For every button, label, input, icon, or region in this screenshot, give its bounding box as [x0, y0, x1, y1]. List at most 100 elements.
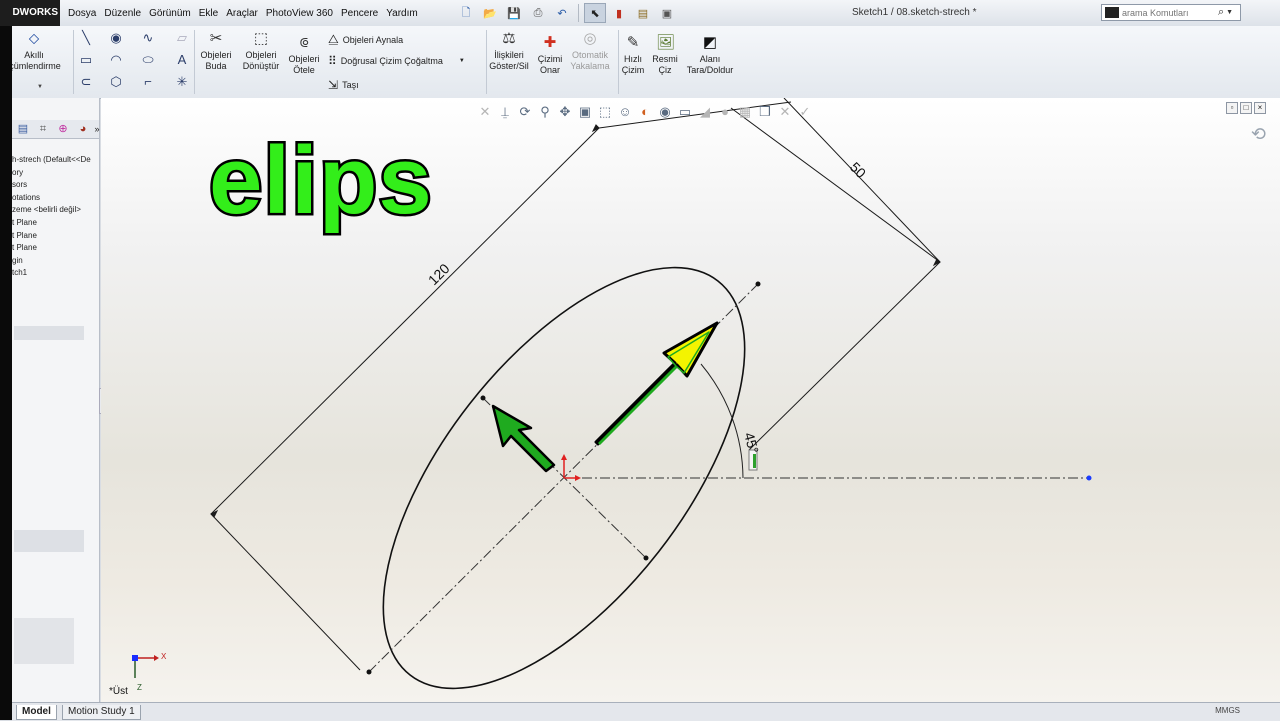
fillet-icon[interactable]: ⌐	[140, 74, 156, 90]
section-view-icon[interactable]: ▦	[736, 103, 754, 121]
solidworks-logo[interactable]: DWORKS	[0, 0, 60, 26]
file-properties-icon[interactable]: ▤	[632, 3, 654, 23]
close-icon[interactable]: ✕	[476, 103, 494, 121]
open-folder-icon[interactable]: 📂	[479, 3, 501, 23]
spline-icon[interactable]: ∿	[140, 30, 156, 46]
dimension-length[interactable]: 120	[425, 260, 453, 288]
point-icon[interactable]: ✳	[174, 74, 190, 90]
menu-yardim[interactable]: Yardım	[382, 8, 422, 19]
scene-icon[interactable]: ◉	[656, 103, 674, 121]
move-entities-button[interactable]: ⇲ Taşı	[328, 78, 359, 92]
view-settings-icon[interactable]: ▭	[676, 103, 694, 121]
undo-icon[interactable]: ↶	[551, 3, 573, 23]
quick-snaps-button[interactable]: ◎ Otomatik Yakalama	[568, 30, 612, 72]
offset-entities-button[interactable]: ⟃ Objeleri Ötele	[286, 34, 322, 76]
sketch-picture-button[interactable]: 🖼 Resmi Çiz	[650, 34, 680, 76]
tree-item-annotations[interactable]: otations	[12, 192, 99, 205]
tree-item-sensors[interactable]: sors	[12, 179, 99, 192]
line-icon[interactable]: ╲	[78, 30, 94, 46]
ellipse-axes[interactable]	[368, 283, 1089, 673]
dimension-angle[interactable]: 45°	[741, 431, 762, 456]
tree-item-origin[interactable]: gin	[12, 255, 99, 268]
tab-model[interactable]: Model	[16, 705, 57, 720]
new-document-icon[interactable]: 🗋	[455, 3, 477, 23]
options-icon[interactable]: ▣	[656, 3, 678, 23]
feature-tree-tab-icon[interactable]: ▤	[14, 121, 32, 137]
maximize-icon[interactable]: □	[1240, 102, 1252, 114]
tree-item-top-plane[interactable]: t Plane	[12, 230, 99, 243]
menu-ekle[interactable]: Ekle	[195, 8, 222, 19]
chevron-down-icon[interactable]: ▼	[1226, 9, 1233, 16]
search-input[interactable]	[1122, 7, 1218, 18]
heads-up-toolbar: ✕ ⍊ ⟳ ⚲ ✥ ▣ ⬚ ☺ ◐ ◉ ▭ ◢ ● ▦ ❒ ✕ ✓	[476, 102, 814, 122]
property-tab-icon[interactable]: ⌗	[34, 121, 52, 137]
rebuild-icon[interactable]: ⟳	[516, 103, 534, 121]
hatch-label-1: Alanı	[699, 54, 721, 64]
normal-to-icon[interactable]: ⍊	[496, 103, 514, 121]
rectangle-icon[interactable]: ▭	[78, 52, 94, 68]
rebuild-icon[interactable]: ▮	[608, 3, 630, 23]
quick-snaps-label-2: Yakalama	[570, 61, 610, 71]
area-hatch-button[interactable]: ◩ Alanı Tara/Doldur	[682, 34, 738, 76]
plane-icon[interactable]: ▱	[174, 30, 190, 46]
display-style-icon[interactable]: ⬚	[596, 103, 614, 121]
menu-duzenle[interactable]: Düzenle	[100, 8, 145, 19]
shaded-sketch-icon[interactable]: ◢	[696, 103, 714, 121]
view-orientation-icon[interactable]: ▣	[576, 103, 594, 121]
graphics-area[interactable]: 120 50 45° X Z elips ✕ ⍊ ⟳ ⚲ ✥ ▣ ⬚ ☺ ◐ ◉…	[101, 98, 1280, 702]
command-search[interactable]: ⌕ ▼	[1101, 4, 1241, 21]
tree-item-history[interactable]: ory	[12, 167, 99, 180]
arc-icon[interactable]: ◠	[108, 52, 124, 68]
confirm-icon[interactable]: ✓	[796, 103, 814, 121]
hide-show-icon[interactable]: ☺	[616, 103, 634, 121]
chevron-down-icon[interactable]: ▼	[37, 84, 43, 90]
linear-pattern-button[interactable]: ⠿ Doğrusal Çizim Çoğaltma ▼	[328, 54, 465, 68]
circle-icon[interactable]: ◉	[108, 30, 124, 46]
circle-icon[interactable]: ●	[716, 103, 734, 121]
trim-entities-button[interactable]: ✂ Objeleri Buda	[196, 30, 236, 72]
units-status[interactable]: MMGS	[1215, 706, 1240, 715]
tree-item-right-plane[interactable]: t Plane	[12, 242, 99, 255]
select-pointer-icon[interactable]: ⬉	[584, 3, 606, 23]
pan-icon[interactable]: ✥	[556, 103, 574, 121]
tab-motion-study[interactable]: Motion Study 1	[62, 705, 141, 720]
display-relations-button[interactable]: ⚖ İlişkileri Göster/Sil	[486, 30, 532, 72]
menu-pencere[interactable]: Pencere	[337, 8, 382, 19]
rapid-sketch-label-1: Hızlı	[624, 54, 642, 64]
save-icon[interactable]: 💾	[503, 3, 525, 23]
tree-item-sketch1[interactable]: tch1	[12, 267, 99, 280]
menu-araclar[interactable]: Araçlar	[222, 8, 262, 19]
polygon-icon[interactable]: ⬡	[108, 74, 124, 90]
rotate-view-icon[interactable]: ⟲	[1251, 124, 1266, 145]
cancel-icon[interactable]: ✕	[776, 103, 794, 121]
triad-x-label: X	[161, 652, 167, 661]
cube-icon[interactable]: ❒	[756, 103, 774, 121]
appearance-icon[interactable]: ◐	[636, 103, 654, 121]
close-icon[interactable]: ×	[1254, 102, 1266, 114]
repair-sketch-button[interactable]: ✚ Çizimi Onar	[534, 34, 566, 76]
menu-dosya[interactable]: Dosya	[64, 8, 100, 19]
dimension-width[interactable]: 50	[847, 159, 869, 181]
sketch-origin[interactable]	[561, 454, 581, 481]
print-icon[interactable]: ⎙	[527, 3, 549, 23]
search-icon[interactable]: ⌕	[1218, 6, 1224, 19]
config-tab-icon[interactable]: ⊕	[54, 121, 72, 137]
menu-photoview[interactable]: PhotoView 360	[262, 8, 337, 19]
tree-item-part[interactable]: h-strech (Default<<De	[12, 154, 99, 167]
menu-gorunum[interactable]: Görünüm	[145, 8, 195, 19]
chevron-down-icon[interactable]: ▼	[459, 58, 465, 64]
tree-item-material[interactable]: zeme <belirli değil>	[12, 204, 99, 217]
line-endpoint[interactable]	[1086, 475, 1092, 481]
relations-label-2: Göster/Sil	[489, 61, 529, 71]
command-manager-ribbon: ⬦ Akıllı lçümlendirme ▼ ╲ ◉ ∿ ▱ ▭ ◠ ⬭ A …	[7, 26, 1280, 99]
convert-entities-button[interactable]: ⬚ Objeleri Dönüştür	[238, 30, 284, 72]
angle-dimension-arc[interactable]	[700, 363, 744, 479]
slot-icon[interactable]: ⊂	[78, 74, 94, 90]
ellipse-icon[interactable]: ⬭	[140, 52, 156, 68]
tree-item-front-plane[interactable]: t Plane	[12, 217, 99, 230]
mirror-entities-button[interactable]: ⧋ Objeleri Aynala	[328, 32, 403, 47]
rapid-sketch-button[interactable]: ✎ Hızlı Çizim	[618, 34, 648, 76]
restore-icon[interactable]: ▫	[1226, 102, 1238, 114]
text-icon[interactable]: A	[174, 52, 190, 68]
zoom-icon[interactable]: ⚲	[536, 103, 554, 121]
